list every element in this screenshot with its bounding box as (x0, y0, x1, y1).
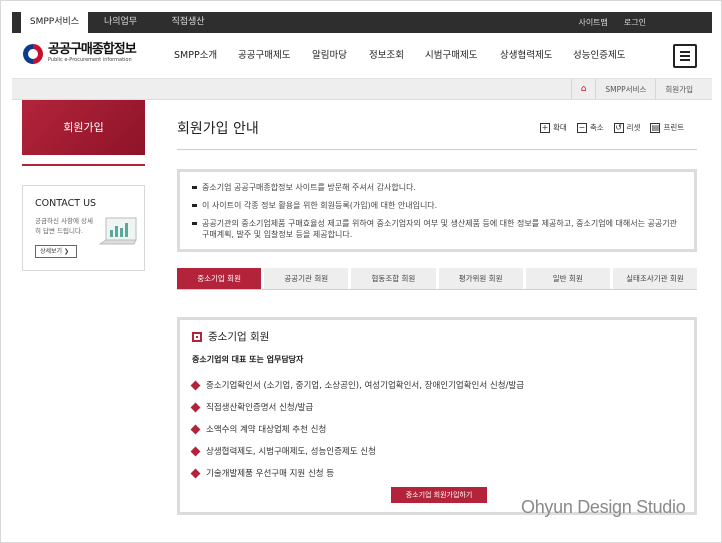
list-item: 중소기업확인서 (소기업, 중기업, 소상공인), 여성기업확인서, 장애인기업… (190, 374, 524, 396)
page-title: 회원가입 안내 (177, 121, 259, 137)
laptop-chart-icon (98, 217, 137, 245)
nav-info-search[interactable]: 정보조회 (369, 33, 425, 79)
list-item: 상생협력제도, 시범구매제도, 성능인증제도 신청 (190, 440, 524, 462)
minus-icon: − (576, 122, 587, 133)
contact-title: CONTACT US (35, 198, 97, 209)
printer-icon: ▤ (650, 122, 661, 133)
top-tabs: SMPP서비스 나의업무 직접생산 (21, 12, 223, 33)
watermark: Ohyun Design Studio (521, 497, 686, 517)
page-tools: + 확대 − 축소 ↺ 리셋 ▤ 프린트 (540, 122, 684, 133)
nav-notice[interactable]: 알림마당 (312, 33, 369, 79)
member-detail-box: 중소기업 회원 중소기업의 대표 또는 업무담당자 중소기업확인서 (소기업, … (177, 317, 697, 515)
tab-evaluator-member[interactable]: 평가위원 회원 (438, 268, 523, 289)
info-item: 이 사이트이 각종 정보 활용을 위한 회원등록(가입)에 대한 안내입니다. (192, 200, 682, 211)
list-item: 직접생산확인증명서 신청/발급 (190, 396, 524, 418)
hamburger-icon[interactable] (673, 44, 697, 68)
sidebar-title: 회원가입 (22, 100, 145, 155)
zoom-in-button[interactable]: + 확대 (540, 122, 567, 133)
main-nav: SMPP소개 공공구매제도 알림마당 정보조회 시범구매제도 상생협력제도 성능… (174, 33, 643, 79)
home-icon[interactable]: ⌂ (570, 79, 596, 100)
print-button[interactable]: ▤ 프린트 (650, 122, 684, 133)
detail-subtitle: 중소기업의 대표 또는 업무담당자 (192, 355, 304, 364)
tab-general-member[interactable]: 일반 회원 (525, 268, 610, 289)
tab-direct-production[interactable]: 직접생산 (153, 12, 223, 33)
taegeuk-logo-icon (23, 43, 43, 64)
info-box: 중소기업 공공구매종합정보 사이트를 방문해 주셔서 감사합니다. 이 사이트이… (177, 169, 697, 252)
tab-divider (177, 289, 697, 290)
tab-public-agency-member[interactable]: 공공기관 회원 (264, 268, 349, 289)
page-frame: SMPP서비스 나의업무 직접생산 사이트맵 로그인 공공구매종합정보 Publ… (0, 0, 722, 543)
site-logo[interactable]: 공공구매종합정보 Public e-Procurement informatio… (23, 42, 137, 64)
sitemap-link[interactable]: 사이트맵 (578, 12, 607, 33)
diamond-bullet-icon (190, 468, 201, 478)
diamond-bullet-icon (190, 446, 201, 456)
utility-links: 사이트맵 로그인 (578, 12, 646, 33)
login-link[interactable]: 로그인 (624, 12, 646, 33)
reset-button[interactable]: ↺ 리셋 (613, 122, 640, 133)
tab-survey-agency-member[interactable]: 실태조사기관 회원 (612, 268, 698, 289)
square-bullet-icon (192, 331, 202, 342)
diamond-bullet-icon (190, 424, 201, 434)
list-item: 기술개발제품 우선구매 지원 신청 등 (190, 462, 524, 484)
contact-detail-button[interactable]: 상세보기 ❯ (35, 245, 77, 258)
nav-public-purchase[interactable]: 공공구매제도 (238, 33, 312, 79)
tab-smpp-service[interactable]: SMPP서비스 (21, 12, 88, 33)
breadcrumb-item-join[interactable]: 회원가입 (655, 79, 702, 100)
breadcrumb-item-smpp[interactable]: SMPP서비스 (595, 79, 655, 100)
info-item: 공공기관의 중소기업제품 구매효율성 제고를 위하여 중소기업자의 여부 및 생… (192, 218, 682, 240)
logo-title: 공공구매종합정보 (48, 42, 137, 57)
zoom-out-button[interactable]: − 축소 (576, 122, 604, 133)
sidebar-divider (22, 164, 145, 166)
nav-performance-cert[interactable]: 성능인증제도 (573, 33, 643, 79)
title-divider (177, 149, 697, 150)
diamond-bullet-icon (190, 380, 201, 390)
contact-desc: 궁금하신 사항에 상세히 답변 드립니다. (35, 217, 93, 235)
info-item: 중소기업 공공구매종합정보 사이트를 방문해 주셔서 감사합니다. (192, 182, 682, 193)
list-item: 소액수의 계약 대상업체 추천 신청 (190, 418, 524, 440)
tab-my-work[interactable]: 나의업무 (88, 12, 153, 33)
contact-box: CONTACT US 궁금하신 사항에 상세히 답변 드립니다. 상세보기 ❯ (22, 185, 145, 271)
tab-sme-member[interactable]: 중소기업 회원 (177, 268, 262, 289)
breadcrumb: ⌂ SMPP서비스 회원가입 (12, 79, 712, 100)
detail-title: 중소기업 회원 (208, 331, 270, 343)
logo-subtitle: Public e-Procurement information (48, 57, 132, 63)
header: 공공구매종합정보 Public e-Procurement informatio… (12, 33, 712, 79)
reset-icon: ↺ (613, 122, 624, 133)
member-type-tabs: 중소기업 회원 공공기관 회원 협동조합 회원 평가위원 회원 일반 회원 실태… (177, 268, 698, 289)
tab-cooperative-member[interactable]: 협동조합 회원 (351, 268, 436, 289)
benefit-list: 중소기업확인서 (소기업, 중기업, 소상공인), 여성기업확인서, 장애인기업… (190, 374, 524, 484)
sme-join-button[interactable]: 중소기업 회원가입하기 (391, 487, 487, 503)
diamond-bullet-icon (190, 402, 201, 412)
nav-coop[interactable]: 상생협력제도 (500, 33, 573, 79)
nav-pilot-purchase[interactable]: 시범구매제도 (425, 33, 500, 79)
plus-icon: + (540, 122, 550, 133)
top-bar: SMPP서비스 나의업무 직접생산 사이트맵 로그인 (12, 12, 712, 33)
nav-smpp-intro[interactable]: SMPP소개 (174, 33, 238, 79)
